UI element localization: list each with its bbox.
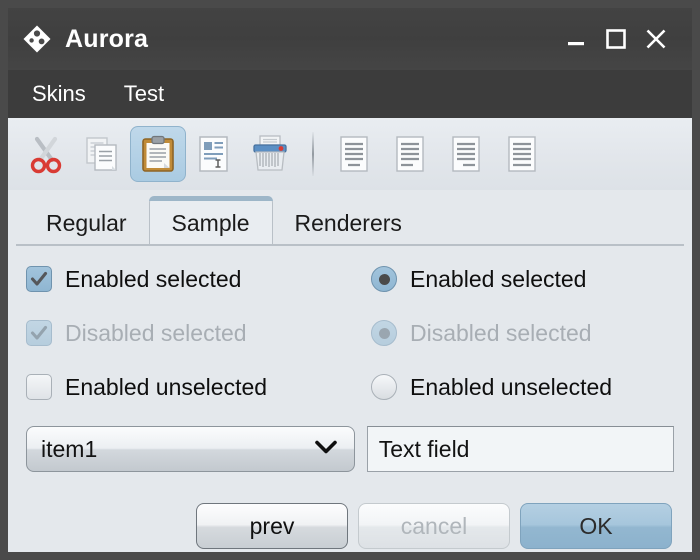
combobox-item[interactable]: item1 [26, 426, 355, 472]
menu-item-skins[interactable]: Skins [22, 78, 96, 110]
radio-label-disabled-selected: Disabled selected [410, 319, 592, 346]
copy-icon[interactable] [74, 126, 130, 182]
radio-enabled-unselected[interactable] [371, 374, 397, 400]
ok-button[interactable]: OK [520, 503, 672, 549]
cancel-button: cancel [358, 503, 510, 549]
align-justify-icon[interactable] [494, 126, 550, 182]
paste-icon[interactable] [130, 126, 186, 182]
checkbox-enabled-selected[interactable] [26, 266, 52, 292]
checkbox-row-enabled-selected[interactable]: Enabled selected [26, 262, 371, 296]
diamond-logo-icon [22, 24, 52, 54]
options-grid: Enabled selected Enabled selected Disabl… [26, 262, 674, 404]
menu-item-test[interactable]: Test [114, 78, 174, 110]
shredder-icon[interactable] [242, 126, 298, 182]
chevron-down-icon[interactable] [314, 439, 338, 460]
tab-sample[interactable]: Sample [148, 196, 273, 246]
combobox-value: item1 [41, 435, 98, 462]
tab-regular[interactable]: Regular [24, 200, 149, 246]
cut-icon[interactable] [18, 126, 74, 182]
text-field-value: Text field [378, 435, 470, 462]
radio-label-enabled-selected: Enabled selected [410, 265, 587, 292]
toolbar-separator [312, 132, 314, 176]
text-field[interactable]: Text field [366, 426, 674, 472]
content-panel: Regular Sample Renderers Enabled selecte… [8, 118, 692, 552]
radio-row-enabled-selected[interactable]: Enabled selected [371, 262, 674, 296]
checkbox-row-enabled-unselected[interactable]: Enabled unselected [26, 370, 371, 404]
tab-renderers[interactable]: Renderers [273, 200, 424, 246]
paste-special-icon[interactable] [186, 126, 242, 182]
radio-dot [378, 273, 390, 285]
application-window: Aurora Skins Test Regular Sample Rendere… [0, 0, 700, 560]
maximize-icon[interactable] [596, 19, 636, 59]
checkbox-row-disabled-selected: Disabled selected [26, 316, 371, 350]
radio-row-enabled-unselected[interactable]: Enabled unselected [371, 370, 674, 404]
checkbox-enabled-unselected[interactable] [26, 374, 52, 400]
window-title: Aurora [65, 24, 149, 53]
tab-panel-sample: Enabled selected Enabled selected Disabl… [8, 246, 692, 549]
align-left-icon[interactable] [382, 126, 438, 182]
radio-label-enabled-unselected: Enabled unselected [410, 373, 613, 400]
title-bar: Aurora [8, 8, 692, 70]
checkbox-label-enabled-unselected: Enabled unselected [65, 373, 268, 400]
radio-dot-disabled [378, 327, 390, 339]
minimize-icon[interactable] [556, 19, 596, 59]
toolbar [8, 118, 692, 190]
radio-row-disabled-selected: Disabled selected [371, 316, 674, 350]
field-row: item1 Text field [26, 426, 674, 472]
close-icon[interactable] [636, 19, 676, 59]
menu-bar: Skins Test [8, 70, 692, 118]
tab-bar: Regular Sample Renderers [8, 190, 692, 246]
checkbox-label-enabled-selected: Enabled selected [65, 265, 242, 292]
align-center-icon[interactable] [326, 126, 382, 182]
checkbox-disabled-selected [26, 320, 52, 346]
radio-disabled-selected [371, 320, 397, 346]
checkbox-label-disabled-selected: Disabled selected [65, 319, 247, 346]
radio-enabled-selected[interactable] [371, 266, 397, 292]
align-right-icon[interactable] [438, 126, 494, 182]
button-row: prev cancel OK [26, 503, 674, 549]
prev-button[interactable]: prev [196, 503, 348, 549]
